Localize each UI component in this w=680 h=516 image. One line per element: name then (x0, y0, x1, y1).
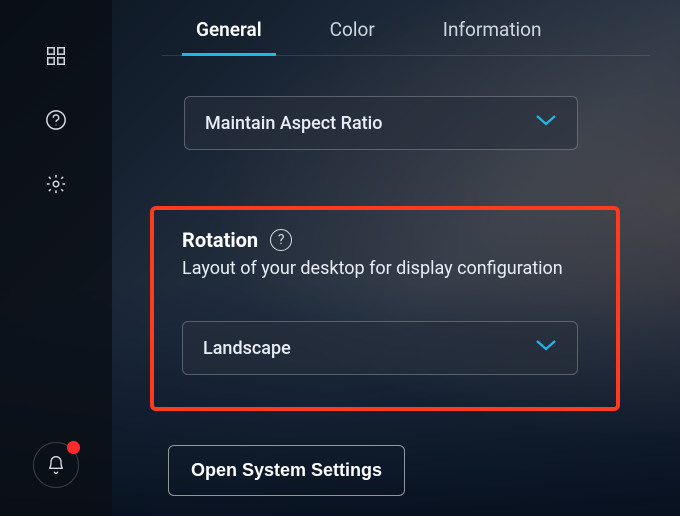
tab-color[interactable]: Color (326, 12, 379, 55)
scaling-mode-value: Maintain Aspect Ratio (205, 113, 382, 134)
help-icon[interactable] (44, 108, 68, 132)
rotation-value: Landscape (203, 338, 291, 359)
scaling-mode-dropdown[interactable]: Maintain Aspect Ratio (184, 96, 578, 150)
open-system-settings-button[interactable]: Open System Settings (168, 445, 405, 496)
rotation-description: Layout of your desktop for display confi… (182, 258, 588, 279)
rotation-help-icon[interactable]: ? (270, 229, 292, 251)
rotation-dropdown[interactable]: Landscape (182, 321, 578, 375)
chevron-down-icon (535, 112, 557, 134)
sidebar (0, 0, 112, 516)
tab-bar: General Color Information (162, 12, 650, 56)
chevron-down-icon (535, 337, 557, 359)
main-panel: General Color Information Maintain Aspec… (112, 0, 680, 516)
tab-information[interactable]: Information (439, 12, 546, 55)
notification-badge (67, 441, 80, 454)
tab-general[interactable]: General (192, 12, 266, 55)
gear-icon[interactable] (44, 172, 68, 196)
rotation-title: Rotation (182, 228, 258, 252)
notifications-button[interactable] (33, 442, 79, 488)
rotation-section-highlight: Rotation ? Layout of your desktop for di… (150, 206, 620, 411)
apps-grid-icon[interactable] (44, 44, 68, 68)
